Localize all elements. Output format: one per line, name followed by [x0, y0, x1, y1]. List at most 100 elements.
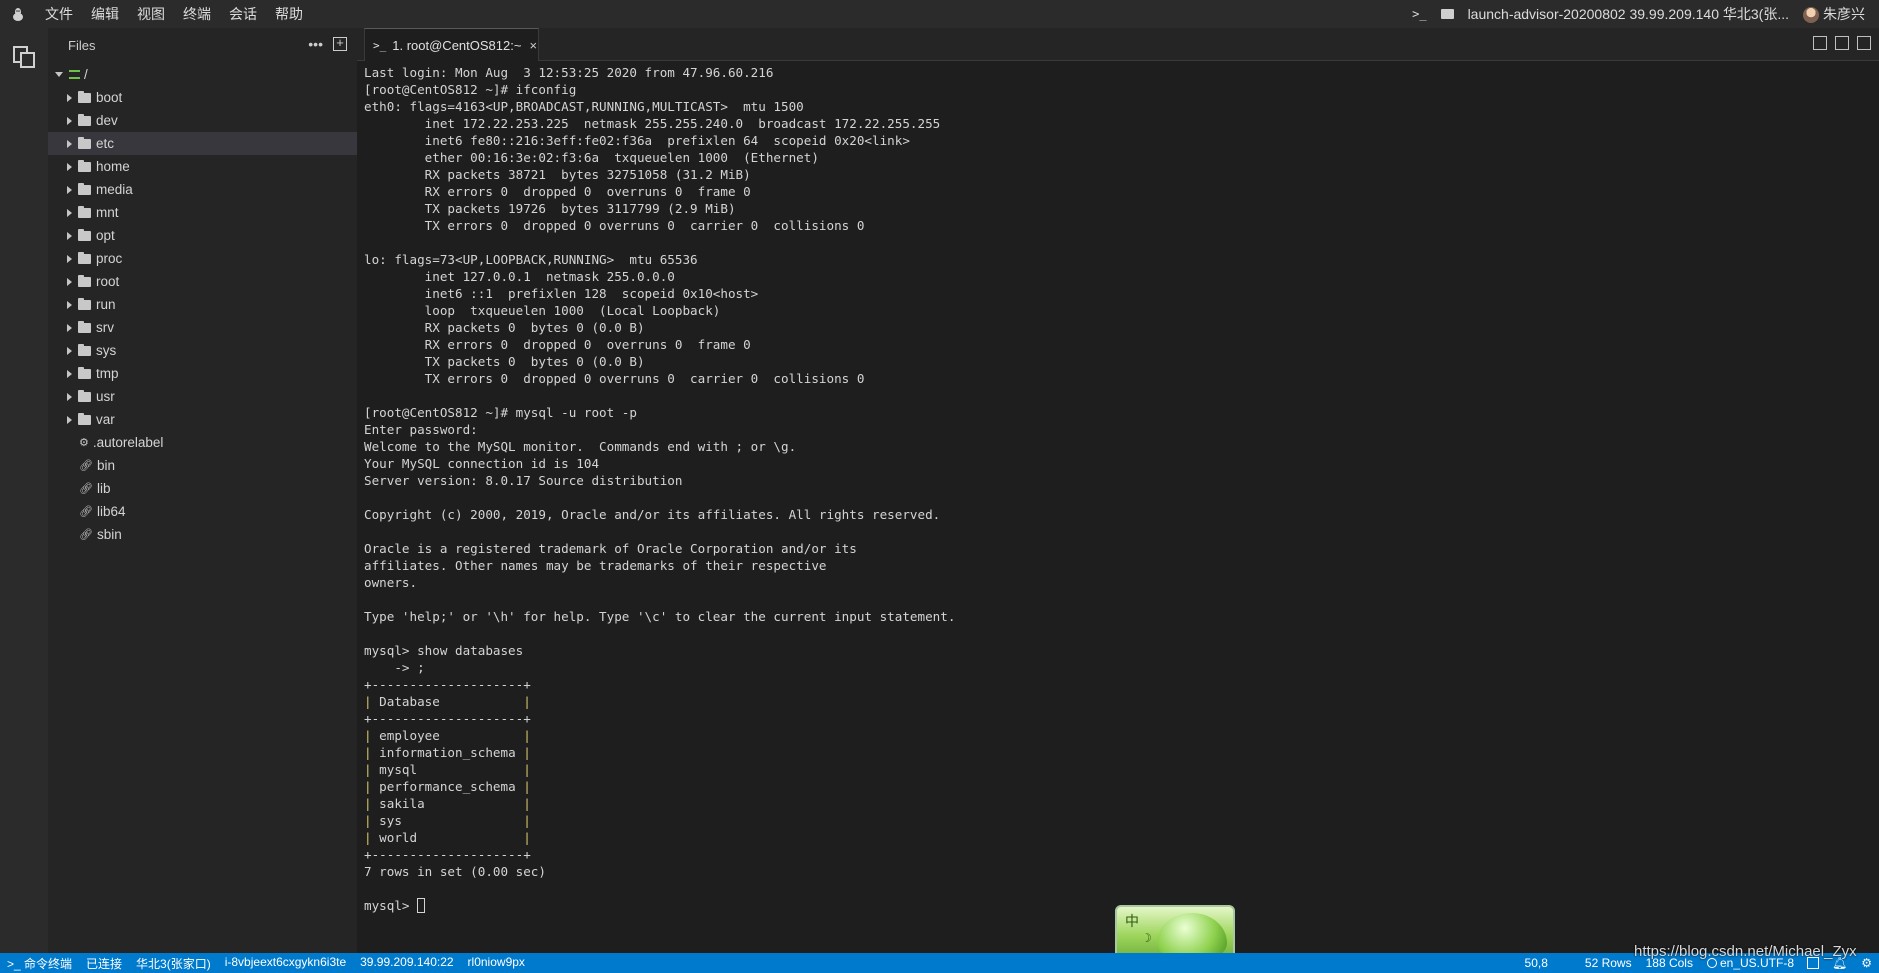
more-icon[interactable]: •••: [308, 37, 323, 51]
tree-folder-tmp[interactable]: tmp: [48, 362, 357, 385]
terminal-line: | Database |: [364, 694, 531, 709]
terminal-line: Welcome to the MySQL monitor. Commands e…: [364, 439, 797, 454]
terminal-line: inet 172.22.253.225 netmask 255.255.240.…: [364, 116, 941, 131]
instance-id: i-8vbjeext6cxgykn6i3te: [224, 954, 347, 969]
folder-icon[interactable]: [1440, 9, 1454, 19]
menu-item[interactable]: 编辑: [82, 0, 128, 28]
menu-item[interactable]: 视图: [128, 0, 174, 28]
ime-mode-toggle[interactable]: 中: [1125, 911, 1139, 931]
gear-icon: ⚙: [79, 437, 89, 449]
tree-item-label: lib64: [96, 504, 126, 519]
terminal-tab-icon: >_: [373, 38, 387, 52]
terminal-line: Type 'help;' or '\h' for help. Type '\c'…: [364, 609, 956, 624]
terminal-line: Your MySQL connection id is 104: [364, 456, 600, 471]
chevron-right-icon: [67, 231, 72, 240]
terminal-line: +--------------------+: [364, 847, 531, 862]
new-tab-icon[interactable]: [1813, 36, 1827, 50]
chevron-right-icon: [67, 254, 72, 263]
activity-bar: [0, 28, 48, 953]
split-vertical-icon[interactable]: [1835, 36, 1849, 50]
tree-item-label: lib: [96, 481, 111, 496]
folder-icon: [78, 274, 91, 287]
status-bar: >_ 命令终端 已连接 华北3(张家口) i-8vbjeext6cxgykn6i3te…: [0, 953, 1879, 973]
tree-folder-root[interactable]: root: [48, 270, 357, 293]
terminal-line: +--------------------+: [364, 677, 531, 692]
terminal-line: Oracle is a registered trademark of Orac…: [364, 541, 857, 556]
tree-folder-run[interactable]: run: [48, 293, 357, 316]
tree-file[interactable]: 🔗︎ lib: [48, 477, 357, 500]
link-icon: 🔗︎: [79, 460, 93, 472]
split-horizontal-icon[interactable]: [1857, 36, 1871, 50]
session-name[interactable]: launch-advisor-20200802 39.99.209.140 华北…: [1468, 4, 1789, 24]
encoding-selector[interactable]: en_US.UTF-8: [1700, 956, 1801, 970]
tree-folder-dev[interactable]: dev: [48, 109, 357, 132]
chevron-right-icon: [67, 415, 72, 424]
folder-icon: [78, 205, 91, 218]
terminal-line: inet6 ::1 prefixlen 128 scopeid 0x10<hos…: [364, 286, 759, 301]
terminal-line: +--------------------+: [364, 711, 531, 726]
menu-item[interactable]: 会话: [220, 0, 266, 28]
terminal-line: Enter password:: [364, 422, 478, 437]
host-address: 39.99.209.140:22: [360, 954, 454, 969]
folder-icon: [78, 113, 91, 126]
folder-icon: [78, 320, 91, 333]
close-icon[interactable]: ×: [529, 38, 537, 53]
bell-icon[interactable]: 🔔︎: [1825, 956, 1854, 970]
tree-file[interactable]: 🔗︎ lib64: [48, 500, 357, 523]
tree-folder-opt[interactable]: opt: [48, 224, 357, 247]
tree-file[interactable]: 🔗︎ sbin: [48, 523, 357, 546]
layout-icon[interactable]: [1807, 957, 1819, 969]
session-id: rl0niow9px: [467, 954, 525, 969]
folder-icon: [78, 412, 91, 425]
tree-folder-srv[interactable]: srv: [48, 316, 357, 339]
command-terminal-button[interactable]: >_ 命令终端: [0, 955, 79, 972]
settings-gear-icon[interactable]: ⚙: [1854, 956, 1879, 970]
terminal-line: | performance_schema |: [364, 779, 531, 794]
tree-item-label: opt: [96, 228, 115, 243]
files-panel-icon[interactable]: [0, 28, 48, 86]
tree-folder-mnt[interactable]: mnt: [48, 201, 357, 224]
tree-folder-proc[interactable]: proc: [48, 247, 357, 270]
menu-item[interactable]: 文件: [36, 0, 82, 28]
tree-folder-boot[interactable]: boot: [48, 86, 357, 109]
new-file-icon[interactable]: +: [333, 36, 347, 51]
chevron-right-icon: [67, 185, 72, 194]
session-terminal-icon: >_: [1412, 7, 1427, 21]
tree-folder-home[interactable]: home: [48, 155, 357, 178]
terminal-cursor: [417, 898, 426, 913]
tree-root[interactable]: /: [48, 63, 357, 86]
moon-icon[interactable]: ☽: [1141, 931, 1152, 945]
server-icon: [69, 70, 80, 79]
terminal-line: eth0: flags=4163<UP,BROADCAST,RUNNING,MU…: [364, 99, 804, 114]
menu-item[interactable]: 终端: [174, 0, 220, 28]
terminal-line: loop txqueuelen 1000 (Local Loopback): [364, 303, 721, 318]
menu-item[interactable]: 帮助: [266, 0, 312, 28]
rows-count: 52 Rows: [1584, 956, 1632, 970]
link-icon: 🔗︎: [79, 483, 93, 495]
tree-folder-var[interactable]: var: [48, 408, 357, 431]
tree-item-label: root: [96, 274, 120, 289]
tree-folder-media[interactable]: media: [48, 178, 357, 201]
terminal-tab[interactable]: >_ 1. root@CentOS812:~ ×: [364, 28, 539, 61]
tree-folder-usr[interactable]: usr: [48, 385, 357, 408]
tree-file[interactable]: ⚙ .autorelabel: [48, 431, 357, 454]
terminal-tab-label: 1. root@CentOS812:~: [392, 37, 522, 53]
folder-icon: [78, 251, 91, 264]
tree-folder-etc[interactable]: etc: [48, 132, 357, 155]
folder-icon: [78, 159, 91, 172]
terminal-line: Server version: 8.0.17 Source distributi…: [364, 473, 683, 488]
tree-folder-sys[interactable]: sys: [48, 339, 357, 362]
link-icon: 🔗︎: [79, 529, 93, 541]
tree-file[interactable]: 🔗︎ bin: [48, 454, 357, 477]
terminal-line: owners.: [364, 575, 418, 590]
chevron-right-icon: [67, 300, 72, 309]
tree-item-label: proc: [96, 251, 123, 266]
chevron-right-icon: [67, 277, 72, 286]
region-label: 华北3(张家口): [136, 956, 211, 971]
user-menu[interactable]: 朱彦兴: [1803, 4, 1865, 24]
terminal-output[interactable]: Last login: Mon Aug 3 12:53:25 2020 from…: [357, 61, 1879, 953]
